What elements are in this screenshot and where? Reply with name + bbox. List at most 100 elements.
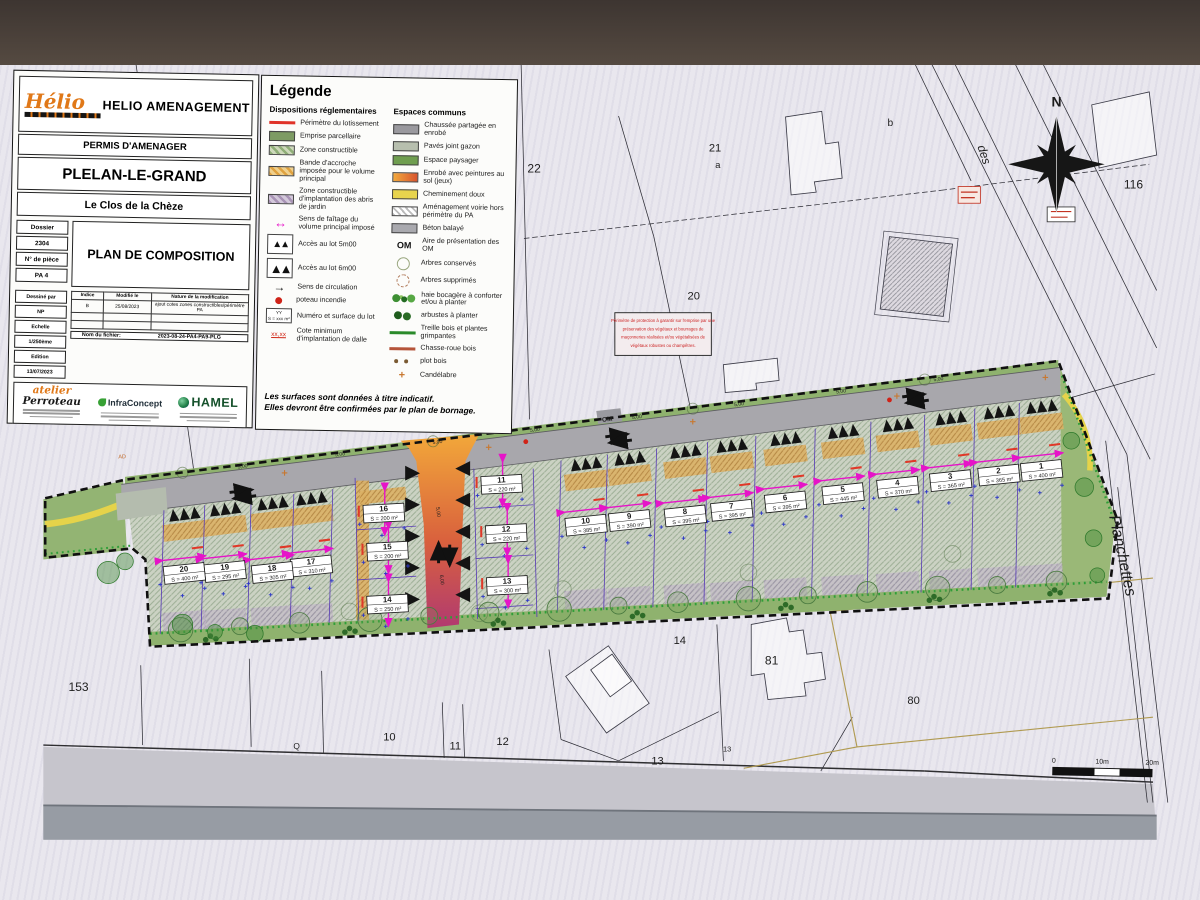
- edition-value: 13/07/2023: [14, 365, 66, 379]
- legend-item-label: Sens de circulation: [297, 284, 357, 293]
- legend-item-om: OMAire de présentation des OM: [391, 237, 506, 255]
- parcel-number: 21: [709, 142, 721, 154]
- legend-item-label: Chasse-roue bois: [420, 345, 476, 354]
- lot-number: 10: [581, 516, 591, 526]
- document-title: PLAN DE COMPOSITION: [71, 221, 250, 290]
- dossier-value: 2304: [16, 236, 68, 251]
- legend-item-label: Périmètre du lotissement: [300, 119, 379, 128]
- legend-col1-title: Dispositions réglementaires: [269, 105, 384, 116]
- building-outline: [723, 358, 779, 392]
- file-name-row: Nom du fichier: 2023-08-24-PA4-PA9-PLG: [70, 331, 248, 342]
- red-note-line: préservation des végétaux et bourrages d…: [623, 326, 704, 331]
- legend-item-label: haie bocagère à conforter et/ou à plante…: [421, 291, 505, 308]
- lot-number: 11: [497, 475, 506, 484]
- legend-item-label: Cheminement doux: [423, 190, 485, 199]
- lot-number: 19: [220, 562, 230, 572]
- lot-number: 17: [306, 557, 316, 567]
- piece-value: PA 4: [15, 268, 67, 283]
- parcel-number: 81: [765, 653, 779, 667]
- legend-col2-title: Espaces communs: [393, 107, 508, 118]
- abris-symbol-icon: [268, 194, 294, 204]
- street-name: des: [975, 143, 994, 166]
- legend-item-perimetre: Périmètre du lotissement: [269, 119, 384, 129]
- red-note-box: Périmètre de protection à garantir sur l…: [611, 313, 716, 356]
- legend-item-arbres: Arbres supprimés: [390, 274, 505, 289]
- red-note-line: végétaux robustes ou champêtres.: [630, 343, 695, 348]
- building-outline: [786, 111, 843, 195]
- legend-item-haie: haie bocagère à conforter et/ou à plante…: [390, 291, 505, 309]
- legend-item-espace: Espace paysager: [393, 155, 508, 167]
- permit-type: PERMIS D'AMENAGER: [18, 134, 252, 159]
- drawn-label: Dessiné par: [15, 290, 67, 304]
- legend-panel: Légende Dispositions réglementaires Péri…: [255, 75, 518, 434]
- legend-item-label: Accès au lot 6m00: [298, 265, 356, 274]
- surfaces-note: Les surfaces sont données à titre indica…: [264, 391, 503, 417]
- legend-item-chaussee: Chaussée partagée en enrobé: [393, 121, 508, 139]
- legend-item-acces6: Accès au lot 6m00: [267, 258, 382, 280]
- building-outline: [1092, 92, 1157, 168]
- red-note-line: Périmètre de protection à garantir sur l…: [611, 318, 716, 323]
- legend-item-label: Arbres conservés: [421, 260, 476, 269]
- legend-item-treille: Treille bois et plantes grimpantes: [390, 324, 505, 342]
- legend-item-beton: Béton balayé: [391, 223, 506, 235]
- legend-item-label: poteau incendie: [296, 297, 346, 306]
- scale-label: Echelle: [14, 320, 66, 334]
- legend-item-label: Zone constructible d'implantation des ab…: [299, 187, 383, 212]
- om-area-label: OM: [602, 416, 613, 424]
- north-compass: N: [1008, 94, 1104, 213]
- legend-item-cote: xx,xxCote minimum d'implantation de dall…: [265, 327, 380, 345]
- legend-item-voirie: Aménagement voirie hors périmètre du PA: [392, 203, 507, 221]
- arbrec-symbol-icon: [397, 257, 410, 270]
- parcel-number: Q: [293, 741, 300, 751]
- road-dimension: 5,00: [836, 388, 847, 395]
- legend-item-paves: Pavés joint gazon: [393, 141, 508, 153]
- title-block: Hélio HELIO AMENAGEMENT PERMIS D'AMENAGE…: [7, 70, 260, 429]
- chaussee-symbol-icon: [393, 124, 419, 134]
- zone-symbol-icon: [269, 145, 295, 155]
- emprise-symbol-icon: [269, 131, 295, 141]
- faitage-symbol-icon: ↔: [267, 217, 293, 227]
- treille-symbol-icon: [390, 331, 416, 334]
- cadastral-section-label: AD: [118, 454, 126, 460]
- sens-symbol-icon: →: [266, 282, 292, 292]
- legend-item-plot: plot bois: [389, 356, 504, 368]
- parcel-number: a: [715, 160, 721, 170]
- legend-item-label: Cote minimum d'implantation de dalle: [296, 328, 380, 345]
- photographed-plan-document: 1S = 400 m²2S = 365 m²3S = 365 m²4S = 37…: [0, 0, 1200, 900]
- title-block-header: Hélio HELIO AMENAGEMENT: [18, 76, 253, 136]
- acces6-symbol-icon: [267, 258, 293, 278]
- legend-item-label: Aménagement voirie hors périmètre du PA: [423, 203, 507, 220]
- scale-20m: 20m: [1145, 760, 1159, 767]
- legend-item-emprise: Emprise parcellaire: [269, 131, 384, 143]
- lot-label: 11S = 220 m²: [481, 474, 523, 494]
- road-dimension: 5,00: [530, 427, 541, 434]
- road-dimension: 5,00: [734, 401, 745, 408]
- voirie-symbol-icon: [392, 206, 418, 216]
- chasse-symbol-icon: [389, 347, 415, 350]
- legend-item-label: Béton balayé: [422, 224, 464, 233]
- espace-symbol-icon: [393, 155, 419, 165]
- bande-symbol-icon: [268, 166, 294, 176]
- parcel-number: 11: [449, 741, 461, 753]
- legend-item-arbuste: arbustes à planter: [390, 310, 505, 322]
- logo-atelier-perroteau: atelier Perroteau: [14, 383, 90, 425]
- helio-logo: Hélio: [20, 91, 101, 119]
- scale-0: 0: [1052, 758, 1056, 765]
- lot-number: 12: [501, 524, 511, 533]
- entry-dimension: 5,00: [434, 507, 441, 518]
- fire-hydrant-dot: [523, 439, 528, 444]
- legend-item-label: Chaussée partagée en enrobé: [424, 122, 508, 139]
- perimetre-symbol-icon: [269, 121, 295, 124]
- project-name: Le Clos de la Chèze: [17, 192, 251, 220]
- red-note-line: maçonneries réalisées et/ou végétalisées…: [621, 335, 706, 340]
- company-name: HELIO AMENAGEMENT: [101, 98, 252, 115]
- legend-item-label: Enrobé avec peintures au sol (jeux): [423, 170, 507, 187]
- hamel-circle-icon: [178, 397, 189, 408]
- parcel-number: 80: [907, 695, 919, 707]
- logo-hamel: HAMEL: [170, 386, 246, 428]
- haie-symbol-icon: [390, 294, 416, 304]
- file-value: 2023-08-24-PA4-PA9-PLG: [131, 333, 247, 341]
- building-outline: [751, 618, 825, 700]
- legend-item-label: arbustes à planter: [421, 312, 478, 321]
- city-name: PLELAN-LE-GRAND: [17, 157, 252, 194]
